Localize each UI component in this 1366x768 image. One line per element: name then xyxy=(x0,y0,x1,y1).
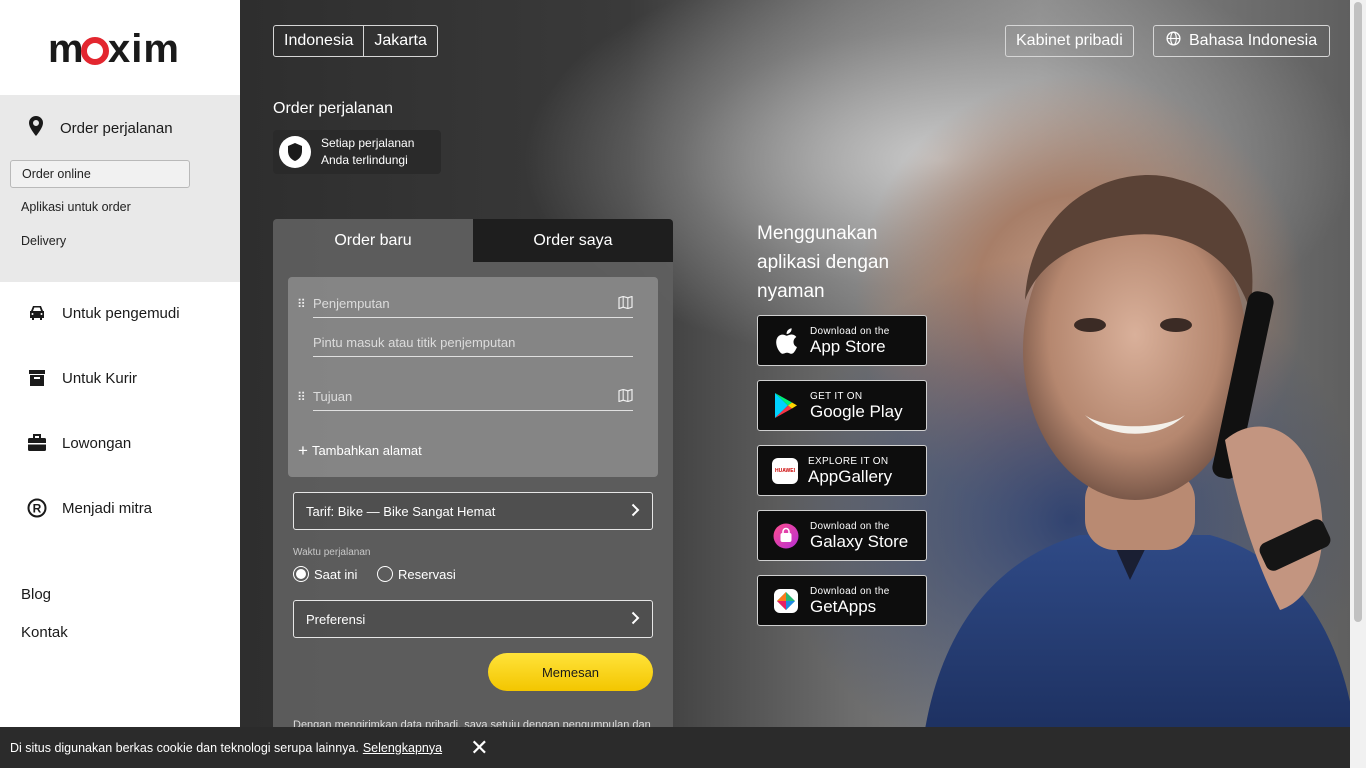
logo-mark: m xim xyxy=(48,29,180,69)
sidebar-order-header[interactable]: Order perjalanan xyxy=(26,115,173,141)
badge-small-text: Download on the xyxy=(810,325,890,337)
plus-icon: + xyxy=(298,440,308,460)
google-play-badge[interactable]: GET IT ON Google Play xyxy=(757,380,927,431)
pickup-placeholder: Penjemputan xyxy=(313,296,390,311)
google-play-icon xyxy=(772,392,800,420)
registered-icon: R xyxy=(26,497,48,519)
protection-line1: Setiap perjalanan xyxy=(321,136,415,150)
sidebar-item-jobs[interactable]: Lowongan xyxy=(26,432,131,454)
galaxy-store-badge[interactable]: Download on the Galaxy Store xyxy=(757,510,927,561)
sidebar-item-app-order[interactable]: Aplikasi untuk order xyxy=(10,194,190,222)
apps-title: Menggunakan aplikasi dengan nyaman xyxy=(757,223,890,302)
sidebar-item-order-online[interactable]: Order online xyxy=(10,160,190,188)
radio-now-label: Saat ini xyxy=(314,566,358,582)
badge-big-text: GetApps xyxy=(810,596,877,616)
app-store-badge[interactable]: Download on the App Store xyxy=(757,315,927,366)
badge-small-text: Download on the xyxy=(810,585,890,597)
maxim-logo[interactable]: m xim xyxy=(48,26,193,72)
hero-person-image xyxy=(920,175,1350,768)
globe-icon xyxy=(1166,31,1181,51)
shield-icon xyxy=(279,136,311,168)
radio-unselected-icon xyxy=(377,566,393,582)
appgallery-badge[interactable]: HUAWEI EXPLORE IT ON AppGallery xyxy=(757,445,927,496)
map-icon[interactable] xyxy=(618,295,633,312)
sidebar-item-label: Menjadi mitra xyxy=(62,499,153,517)
preferences-selector[interactable]: Preferensi xyxy=(293,600,653,638)
sidebar-item-label: Lowongan xyxy=(62,434,132,452)
sidebar-item-courier[interactable]: Untuk Kurir xyxy=(26,367,137,389)
sidebar-item-label: Untuk Kurir xyxy=(62,369,138,387)
briefcase-icon xyxy=(26,432,48,454)
badge-small-text: EXPLORE IT ON xyxy=(808,455,889,467)
galaxy-store-icon xyxy=(772,522,800,550)
drag-handle-icon[interactable]: ⠿ xyxy=(297,297,306,311)
personal-cabinet-button[interactable]: Kabinet pribadi xyxy=(1005,25,1134,57)
trip-time-label: Waktu perjalanan xyxy=(293,547,371,558)
chevron-right-icon xyxy=(631,503,640,520)
svg-text:R: R xyxy=(33,502,42,516)
map-icon[interactable] xyxy=(618,388,633,405)
entrance-placeholder: Pintu masuk atau titik penjemputan xyxy=(313,335,516,350)
protection-line2: Anda terlindungi xyxy=(321,153,408,167)
radio-selected-icon xyxy=(293,566,309,582)
location-pin-icon xyxy=(26,115,46,141)
sidebar-item-delivery[interactable]: Delivery xyxy=(10,228,190,256)
order-submit-button[interactable]: Memesan xyxy=(488,653,653,691)
preferences-label: Preferensi xyxy=(306,611,366,627)
language-label: Bahasa Indonesia xyxy=(1189,32,1318,49)
destination-input[interactable]: Tujuan xyxy=(313,383,633,411)
svg-text:xim: xim xyxy=(108,29,180,69)
cookie-learn-more-link[interactable]: Selengkapnya xyxy=(363,741,442,755)
protection-banner[interactable]: Setiap perjalanan Anda terlindungi xyxy=(273,130,441,174)
radio-now[interactable]: Saat ini xyxy=(293,566,357,582)
add-address-button[interactable]: + Tambahkan alamat xyxy=(298,440,422,460)
badge-big-text: AppGallery xyxy=(808,466,893,486)
radio-reservation[interactable]: Reservasi xyxy=(377,566,456,582)
hero-section: Indonesia Jakarta Kabinet pribadi Bahasa… xyxy=(240,0,1350,768)
sidebar-link-contact[interactable]: Kontak xyxy=(21,624,68,641)
destination-placeholder: Tujuan xyxy=(313,389,353,404)
tab-new-order[interactable]: Order baru xyxy=(273,219,473,262)
pickup-input[interactable]: Penjemputan xyxy=(313,290,633,318)
cookie-text: Di situs digunakan berkas cookie dan tek… xyxy=(10,740,359,755)
cookie-banner: Di situs digunakan berkas cookie dan tek… xyxy=(0,727,1350,768)
sidebar-item-partner[interactable]: R Menjadi mitra xyxy=(26,497,152,519)
sidebar: m xim Order perjalanan Order online Apli… xyxy=(0,0,240,768)
language-selector[interactable]: Bahasa Indonesia xyxy=(1153,25,1331,57)
sidebar-order-section: Order perjalanan Order online Aplikasi u… xyxy=(0,95,240,282)
country-selector[interactable]: Indonesia xyxy=(274,26,363,56)
badge-big-text: Google Play xyxy=(810,401,903,421)
svg-text:m: m xyxy=(48,29,85,69)
close-icon[interactable]: ✕ xyxy=(470,735,488,761)
sidebar-item-label: Untuk pengemudi xyxy=(62,304,180,322)
badge-small-text: GET IT ON xyxy=(810,390,863,402)
address-box: ⠿ Penjemputan Pintu masuk atau titik pen… xyxy=(288,277,658,477)
sidebar-link-blog[interactable]: Blog xyxy=(21,586,51,603)
order-title: Order perjalanan xyxy=(273,100,394,117)
tab-my-orders[interactable]: Order saya xyxy=(473,219,673,262)
city-selector[interactable]: Jakarta xyxy=(363,26,436,56)
apple-icon xyxy=(772,327,800,355)
getapps-badge[interactable]: Download on the GetApps xyxy=(757,575,927,626)
radio-reservation-label: Reservasi xyxy=(398,566,456,582)
page-scrollbar[interactable] xyxy=(1350,0,1366,768)
tariff-selector[interactable]: Tarif: Bike — Bike Sangat Hemat xyxy=(293,492,653,530)
order-form: Order baru Order saya ⠿ Penjemputan Pint… xyxy=(273,219,673,768)
huawei-icon: HUAWEI xyxy=(772,457,798,484)
badge-small-text: Download on the xyxy=(810,520,890,532)
box-icon xyxy=(26,367,48,389)
car-icon xyxy=(26,302,48,324)
sidebar-item-driver[interactable]: Untuk pengemudi xyxy=(26,302,180,324)
chevron-right-icon xyxy=(631,611,640,628)
drag-handle-icon[interactable]: ⠿ xyxy=(297,390,306,404)
entrance-input[interactable]: Pintu masuk atau titik penjemputan xyxy=(313,329,633,357)
badge-big-text: Galaxy Store xyxy=(810,531,909,551)
scrollbar-thumb[interactable] xyxy=(1354,2,1362,622)
badge-big-text: App Store xyxy=(810,336,886,356)
sidebar-order-title: Order perjalanan xyxy=(60,119,173,137)
tariff-label: Tarif: Bike — Bike Sangat Hemat xyxy=(306,503,496,519)
add-address-label: Tambahkan alamat xyxy=(311,443,422,458)
getapps-icon xyxy=(772,587,800,615)
location-selector[interactable]: Indonesia Jakarta xyxy=(273,25,438,57)
